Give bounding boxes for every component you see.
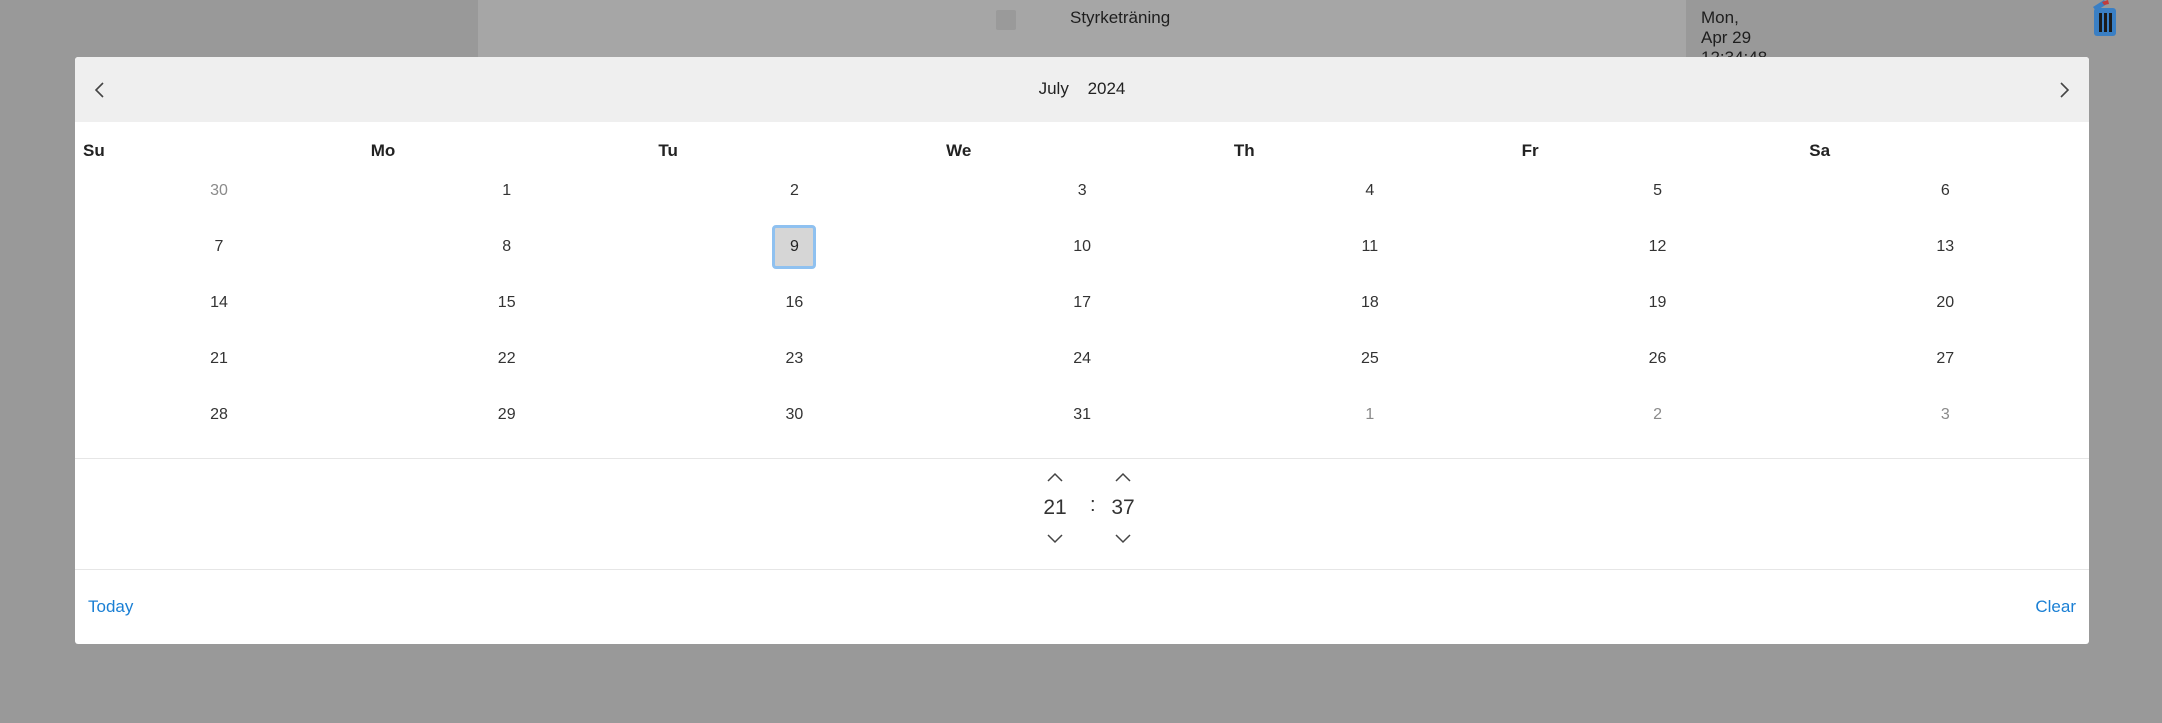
weekday-label: Su [83,141,105,160]
calendar-day[interactable]: 19 [1636,281,1680,325]
calendar-day[interactable]: 31 [1060,393,1104,437]
calendar-day-outside-month[interactable]: 1 [1348,393,1392,437]
calendar-day[interactable]: 14 [197,281,241,325]
calendar-day[interactable]: 22 [485,337,529,381]
weekday-label: We [946,141,972,160]
weekday-label: Tu [658,141,678,160]
minutes-column: 37 [1103,467,1143,557]
calendar-day[interactable]: 9 [772,225,817,269]
calendar-day[interactable]: 24 [1060,337,1104,381]
calendar-day[interactable]: 11 [1348,225,1392,269]
hours-increment-chevron-up-icon[interactable] [1035,467,1075,487]
minutes-decrement-chevron-down-icon[interactable] [1103,529,1143,549]
time-separator: : [1090,494,1096,516]
calendar-day[interactable]: 29 [485,393,529,437]
calendar-day[interactable]: 21 [197,337,241,381]
calendar-day[interactable]: 25 [1348,337,1392,381]
calendar-day[interactable]: 15 [485,281,529,325]
datetime-picker-dialog: July 2024 Su Mo Tu We Th Fr Sa 30 1 2 3 4 5 6 7 8 9 10 11… [75,57,2089,644]
calendar-day-outside-month[interactable]: 3 [1923,393,1967,437]
next-month-button[interactable] [2049,75,2079,105]
calendar-day[interactable]: 20 [1923,281,1967,325]
calendar-day[interactable]: 23 [772,337,816,381]
calendar-day[interactable]: 16 [772,281,816,325]
minutes-value[interactable]: 37 [1103,493,1143,523]
calendar-day[interactable]: 26 [1636,337,1680,381]
calendar-day[interactable]: 17 [1060,281,1104,325]
background-task-row: Styrketräning Mon, Apr 29 12:34:48 CET 2… [478,0,2116,107]
calendar-day[interactable]: 1 [485,169,529,213]
hours-column: 21 [1035,467,1075,557]
today-button[interactable]: Today [88,597,133,617]
year-selector[interactable]: 2024 [1088,79,1126,98]
calendar-day[interactable]: 3 [1060,169,1104,213]
calendar-day[interactable]: 5 [1636,169,1680,213]
weekday-header-row: Su Mo Tu We Th Fr Sa [75,141,2089,165]
calendar-day[interactable]: 30 [772,393,816,437]
weekday-label: Fr [1521,141,1539,160]
calendar-day[interactable]: 28 [197,393,241,437]
calendar-day[interactable]: 7 [197,225,241,269]
calendar-day[interactable]: 2 [772,169,816,213]
background-row-checkbox [996,10,1016,30]
trash-icon [2090,0,2120,37]
hours-decrement-chevron-down-icon[interactable] [1035,529,1075,549]
month-year-title: July 2024 [75,79,2089,99]
time-picker: 21 : 37 [1035,467,1235,557]
hours-value[interactable]: 21 [1035,493,1075,523]
calendar-divider [75,458,2089,459]
month-selector[interactable]: July [1039,79,1069,98]
background-row-name: Styrketräning [1070,8,1171,27]
clear-button[interactable]: Clear [2035,597,2076,617]
calendar-day[interactable]: 6 [1923,169,1967,213]
picker-header: July 2024 [75,57,2089,122]
calendar-day-outside-month[interactable]: 30 [197,169,241,213]
calendar-day[interactable]: 27 [1923,337,1967,381]
chevron-right-icon [2060,82,2070,98]
calendar-day[interactable]: 10 [1060,225,1104,269]
minutes-increment-chevron-up-icon[interactable] [1103,467,1143,487]
weekday-label: Th [1233,141,1255,160]
time-divider [75,569,2089,570]
calendar-day[interactable]: 8 [485,225,529,269]
calendar-day-outside-month[interactable]: 2 [1636,393,1680,437]
calendar-day[interactable]: 12 [1636,225,1680,269]
calendar-day[interactable]: 13 [1923,225,1967,269]
calendar-day[interactable]: 4 [1348,169,1392,213]
weekday-label: Mo [370,141,396,160]
weekday-label: Sa [1809,141,1831,160]
calendar-day[interactable]: 18 [1348,281,1392,325]
